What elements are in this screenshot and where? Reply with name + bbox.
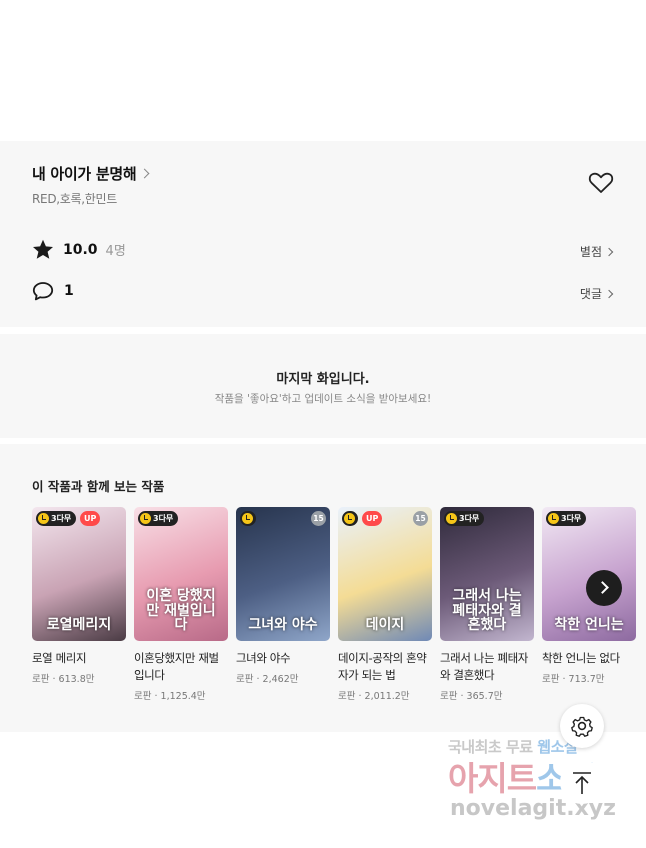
- card-title: 그래서 나는 폐태자와 결혼했다: [440, 651, 528, 682]
- card-title: 착한 언니는 없다: [542, 651, 620, 665]
- cover-title-art: 착한 언니는: [554, 617, 624, 634]
- recommendation-heading: 이 작품과 함께 보는 작품: [32, 479, 165, 494]
- top-blank-area: [0, 0, 646, 141]
- rating-score: 10.0: [63, 241, 98, 258]
- chevron-right-icon: [139, 168, 150, 179]
- comment-count: 1: [64, 283, 74, 299]
- cover-title-art: 그래서 나는 폐태자와 결혼했다: [452, 587, 522, 634]
- cover-title-art: 이혼 당했지만 재벌입니다: [146, 587, 216, 634]
- free-wait-badge: 3다무: [138, 511, 179, 526]
- work-info-section: 내 아이가 분명해 RED,호록,한민트 10.0 4명 별점 1 댓글: [0, 141, 646, 327]
- arrow-up-icon: [573, 772, 591, 794]
- clock-icon: [38, 513, 49, 524]
- free-wait-badge: [240, 511, 256, 526]
- age-rating-badge: 15: [413, 511, 428, 526]
- recommendation-card[interactable]: UP 15 데이지데이지-공작의 혼약자가 되는 법로판 · 2,011.2만: [338, 507, 432, 702]
- comment-row: 1: [32, 281, 74, 301]
- card-meta: 로판 · 365.7만: [440, 691, 503, 702]
- clock-icon: [548, 513, 559, 524]
- card-meta: 로판 · 713.7만: [542, 674, 605, 685]
- carousel-next-button[interactable]: [586, 570, 622, 606]
- free-wait-badge: 3다무: [36, 511, 77, 526]
- watermark-line1: 국내최초 무료 웹소설: [448, 738, 578, 756]
- work-authors: RED,호록,한민트: [32, 192, 117, 206]
- comment-link-label: 댓글: [579, 287, 602, 301]
- clock-icon: [344, 513, 355, 524]
- up-badge: UP: [362, 511, 383, 526]
- chevron-right-icon: [596, 581, 609, 594]
- chevron-right-icon: [604, 289, 614, 298]
- card-meta: 로판 · 613.8만: [32, 674, 95, 685]
- card-meta: 로판 · 2,011.2만: [338, 691, 410, 702]
- recommendation-card[interactable]: 3다무이혼 당했지만 재벌입니다이혼당했지만 재벌입니다로판 · 1,125.4…: [134, 507, 228, 702]
- cover-thumbnail: 3다무이혼 당했지만 재벌입니다: [134, 507, 228, 641]
- card-title: 이혼당했지만 재벌입니다: [134, 651, 219, 682]
- recommendation-carousel: 3다무 UP 로열메리지 로열 메리지 로판 · 613.8만 3다무 이혼 당했지만 재벌…: [32, 507, 646, 707]
- settings-button[interactable]: [560, 704, 604, 748]
- clock-icon: [140, 513, 151, 524]
- clock-icon: [446, 513, 457, 524]
- rating-link[interactable]: 별점: [579, 243, 614, 260]
- recommendation-card[interactable]: 15 그녀와 야수 그녀와 야수 로판 · 2,462만: [236, 507, 330, 685]
- star-icon: [33, 239, 53, 259]
- work-title-link[interactable]: 내 아이가 분명해: [32, 163, 150, 184]
- last-episode-headline: 마지막 화입니다.: [276, 372, 370, 387]
- heart-outline-icon[interactable]: [588, 171, 614, 195]
- cover-thumbnail: 15 그녀와 야수: [236, 507, 330, 641]
- rating-row: 10.0 4명: [32, 239, 126, 260]
- cover-title-art: 데이지: [365, 617, 405, 634]
- clock-icon: [242, 513, 253, 524]
- recommendation-card[interactable]: 3다무 그래서 나는 폐태자와 결혼했다 그래서 나는 폐태자와 결혼했다 로판 · …: [440, 507, 534, 702]
- recommendation-card[interactable]: 3다무 UP 로열메리지로열 메리지로판 · 613.8만: [32, 507, 126, 685]
- last-episode-notice: 마지막 화입니다. 작품을 '좋아요'하고 업데이트 소식을 받아보세요!: [0, 334, 646, 438]
- comment-link[interactable]: 댓글: [579, 285, 614, 302]
- free-wait-badge: [342, 511, 358, 526]
- card-title: 로열 메리지: [32, 651, 87, 665]
- age-rating-badge: 15: [311, 511, 326, 526]
- recommendation-section: 이 작품과 함께 보는 작품 3다무 UP 로열메리지 로열 메리지 로판 · 613.…: [0, 444, 646, 732]
- up-badge: UP: [80, 511, 101, 526]
- free-wait-badge: 3다무: [444, 511, 485, 526]
- card-meta: 로판 · 2,462만: [236, 674, 299, 685]
- last-episode-subtext: 작품을 '좋아요'하고 업데이트 소식을 받아보세요!: [214, 393, 432, 405]
- cover-title-art: 로열메리지: [46, 617, 112, 634]
- cover-thumbnail: 3다무 UP 로열메리지: [32, 507, 126, 641]
- scroll-top-button[interactable]: [560, 760, 604, 804]
- card-title: 그녀와 야수: [236, 651, 291, 665]
- chevron-right-icon: [604, 247, 614, 256]
- card-meta: 로판 · 1,125.4만: [134, 691, 206, 702]
- cover-thumbnail: 3다무그래서 나는 폐태자와 결혼했다: [440, 507, 534, 641]
- free-wait-badge: 3다무: [546, 511, 587, 526]
- watermark: 국내최초 무료 웹소설 아지트소설 novelagit.xyz: [436, 730, 636, 840]
- cover-title-art: 그녀와 야수: [248, 617, 318, 634]
- rating-count: 4명: [105, 244, 126, 259]
- gear-icon: [571, 716, 593, 737]
- cover-thumbnail: UP 15 데이지: [338, 507, 432, 641]
- cover-thumbnail: 3다무착한 언니는: [542, 507, 636, 641]
- speech-bubble-icon: [32, 282, 54, 301]
- card-title: 데이지-공작의 혼약자가 되는 법: [338, 651, 427, 682]
- work-title: 내 아이가 분명해: [32, 165, 137, 183]
- rating-link-label: 별점: [579, 245, 602, 259]
